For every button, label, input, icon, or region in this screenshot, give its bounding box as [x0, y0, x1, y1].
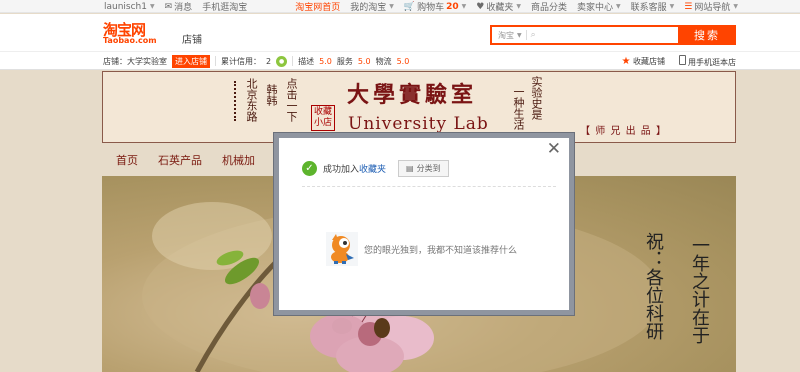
folder-icon: ▤	[406, 164, 414, 173]
chevron-down-icon: ▼	[389, 3, 394, 10]
logistics-score: 5.0	[396, 56, 410, 66]
empty-recommendation: 您的眼光独到，我都不知道该推荐什么	[326, 232, 517, 266]
close-icon[interactable]: ✕	[547, 141, 561, 158]
chevron-down-icon: ▼	[616, 3, 621, 10]
user-menu[interactable]: launisch1 ▼	[104, 2, 155, 12]
shop-actions: ★ 收藏店铺 用手机逛本店	[621, 52, 736, 70]
cart-menu[interactable]: 🛒 购物车 20 ▼	[403, 0, 467, 14]
chevron-down-icon: ▼	[517, 31, 522, 39]
logo-domain: Taobao.com	[103, 36, 157, 45]
chevron-down-icon: ▼	[733, 3, 738, 10]
banner-tagline: 【 师 兄 出 品 】	[580, 126, 667, 137]
medal-icon: ●	[276, 55, 288, 67]
site-nav-right: 淘宝网首页 我的淘宝 ▼ 🛒 购物车 20 ▼ ♥ 收藏夹 ▼ 商品分类 卖家中心 ▼ 联系客…	[295, 0, 738, 14]
shop-info: 店铺：大学实验室 进入店铺 累计信用： 2 ● 描述 5.0 服务 5.0 物流 5.…	[103, 52, 409, 70]
mobile-link[interactable]: 手机逛淘宝	[202, 0, 247, 13]
cart-count: 20	[446, 1, 459, 12]
success-message: 成功加入收藏夹	[323, 165, 387, 175]
chevron-down-icon: ▼	[516, 3, 521, 10]
my-taobao-menu[interactable]: 我的淘宝 ▼	[350, 0, 394, 13]
service-score: 5.0	[357, 56, 371, 66]
mail-icon: ✉	[164, 1, 173, 12]
banner-calligraphy-1: 北京东路	[245, 78, 258, 122]
shop-nav: 首页 石英产品 机械加	[102, 148, 255, 172]
shop-word: 店铺	[182, 35, 202, 46]
banner-title: 大學實驗室	[347, 82, 478, 108]
chevron-down-icon: ▼	[461, 3, 467, 10]
shop-info-bar: 店铺：大学实验室 进入店铺 累计信用： 2 ● 描述 5.0 服务 5.0 物流 5.…	[0, 51, 800, 70]
search-category-select[interactable]: 淘宝 ▼	[492, 30, 522, 41]
site-nav: launisch1 ▼ ✉ 消息 手机逛淘宝 淘宝网首页 我的淘宝 ▼ 🛒 购物车 20 ▼…	[0, 0, 800, 13]
grid-icon: ☰	[684, 1, 693, 12]
username: launisch1	[104, 1, 147, 12]
heart-icon: ♥	[476, 1, 485, 12]
banner-seal: 收藏小店	[311, 105, 335, 131]
empty-text: 您的眼光独到，我都不知道该推荐什么	[364, 245, 518, 256]
poem-right: 一年之计在于	[689, 236, 710, 344]
search-bar: 淘宝 ▼ ⌕ 搜索	[490, 25, 736, 45]
divider	[302, 186, 556, 187]
desc-label: 描述	[298, 56, 315, 66]
shop-nav-quartz[interactable]: 石英产品	[158, 152, 202, 168]
search-icon: ⌕	[530, 30, 536, 40]
logo-text: 淘宝网	[103, 21, 146, 39]
mobile-shop-link[interactable]: 用手机逛本店	[679, 54, 736, 68]
success-row: ✓ 成功加入收藏夹 ▤ 分类到	[302, 160, 449, 177]
cart-icon: 🛒	[403, 1, 416, 12]
header: 淘宝网 Taobao.com 店铺 淘宝 ▼ ⌕ 搜索	[0, 14, 800, 51]
dotted-divider	[234, 81, 236, 121]
service-label: 服务	[336, 56, 353, 66]
banner-calligraphy-4: 一种生活	[512, 86, 525, 130]
taobao-logo[interactable]: 淘宝网 Taobao.com	[103, 23, 157, 45]
poem-left: 祝：各位科研	[643, 232, 664, 340]
desc-score: 5.0	[319, 56, 332, 66]
divider	[292, 56, 294, 66]
banner-calligraphy-2: 韩韩	[265, 84, 278, 106]
shop-nav-machining[interactable]: 机械加	[222, 152, 255, 168]
favorites-link[interactable]: 收藏夹	[359, 165, 386, 175]
taobao-home-link[interactable]: 淘宝网首页	[295, 0, 340, 13]
favorite-success-dialog: ✕ ✓ 成功加入收藏夹 ▤ 分类到 您的眼光独到，我都不知道该推荐什么	[274, 133, 574, 315]
divider	[525, 30, 527, 40]
messages-link[interactable]: ✉ 消息	[164, 0, 193, 14]
credit-value: 2	[266, 56, 272, 66]
categories-link[interactable]: 商品分类	[531, 0, 567, 13]
credit-label: 累计信用：	[221, 56, 261, 66]
banner-calligraphy-3: 点击一下	[285, 78, 298, 122]
chevron-down-icon: ▼	[669, 3, 675, 10]
site-nav-left: launisch1 ▼ ✉ 消息 手机逛淘宝	[104, 0, 247, 14]
shop-nav-home[interactable]: 首页	[116, 152, 138, 168]
shop-label: 店铺：大学实验室	[103, 56, 167, 66]
star-icon: ★	[621, 55, 631, 67]
mascot-icon	[326, 232, 358, 266]
check-icon: ✓	[302, 161, 317, 176]
divider	[215, 56, 216, 66]
shop-name[interactable]: 大学实验室	[127, 57, 167, 66]
site-nav-menu[interactable]: ☰ 网站导航 ▼	[684, 0, 738, 14]
search-button[interactable]: 搜索	[678, 25, 736, 45]
phone-icon	[679, 54, 686, 65]
chevron-down-icon: ▼	[150, 3, 155, 10]
logistics-label: 物流	[375, 56, 392, 66]
favorite-shop-link[interactable]: ★ 收藏店铺	[621, 56, 665, 67]
banner-calligraphy-5: 实验史是	[530, 76, 543, 120]
service-menu[interactable]: 联系客服 ▼	[631, 0, 675, 13]
enter-shop-button[interactable]: 进入店铺	[172, 54, 210, 68]
seller-center-menu[interactable]: 卖家中心 ▼	[577, 0, 621, 13]
categorize-button[interactable]: ▤ 分类到	[398, 160, 449, 177]
search-input[interactable]: 淘宝 ▼ ⌕	[490, 25, 680, 45]
favorites-menu[interactable]: ♥ 收藏夹 ▼	[476, 0, 521, 14]
banner-title-en: University Lab	[348, 114, 489, 134]
